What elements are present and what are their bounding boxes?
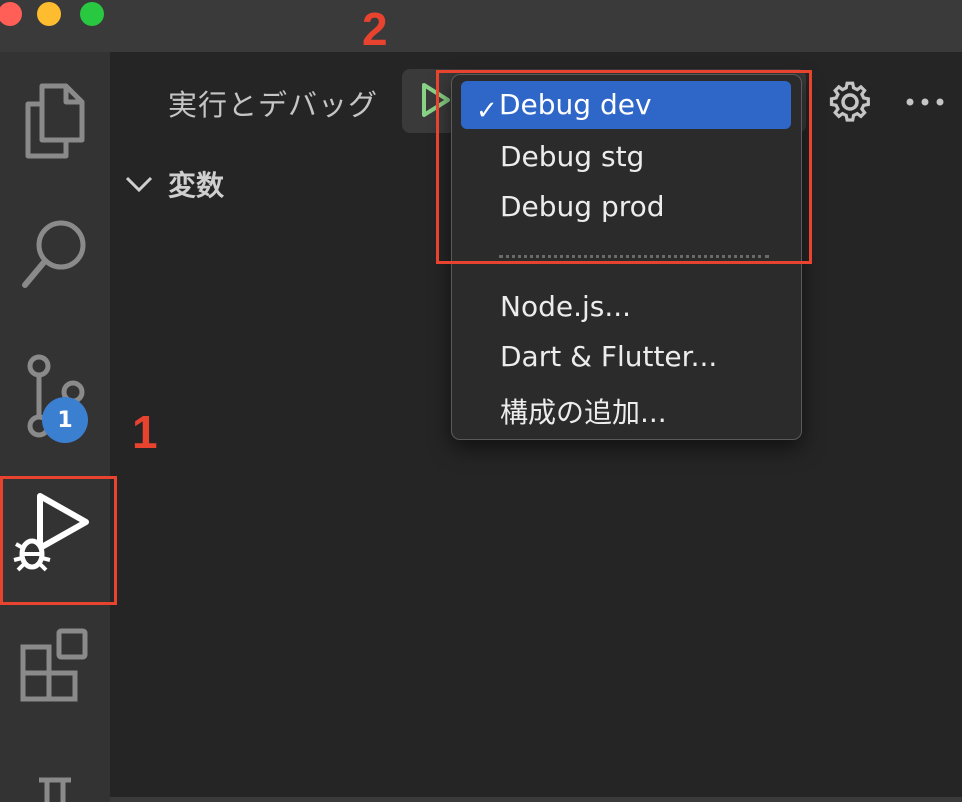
activity-testing[interactable]	[0, 760, 110, 802]
panel-divider	[110, 797, 962, 802]
highlight-box-run-debug	[0, 476, 117, 605]
sidebar-title: 実行とデバッグ	[168, 88, 379, 122]
activity-search[interactable]	[0, 200, 110, 310]
minimize-window-button[interactable]	[37, 2, 61, 26]
variables-section-header[interactable]: 変数	[124, 164, 224, 204]
files-icon	[25, 83, 85, 159]
menu-item-nodejs[interactable]: Node.js...	[500, 290, 631, 323]
close-window-button[interactable]	[0, 2, 22, 26]
activity-extensions[interactable]	[0, 610, 110, 720]
annotation-label-1: 1	[132, 406, 158, 458]
chevron-down-icon	[125, 176, 153, 193]
window-title-bar	[0, 0, 962, 52]
more-actions-icon[interactable]	[905, 97, 945, 107]
source-control-badge: 1	[42, 397, 88, 443]
testing-icon	[39, 777, 71, 802]
activity-explorer[interactable]	[0, 65, 110, 175]
search-icon	[22, 220, 86, 288]
menu-item-add-configuration[interactable]: 構成の追加...	[500, 391, 667, 431]
highlight-box-configs	[436, 70, 812, 264]
gear-icon[interactable]	[828, 80, 872, 124]
menu-item-dart-flutter[interactable]: Dart & Flutter...	[500, 340, 717, 373]
extensions-icon	[20, 628, 88, 702]
annotation-label-2: 2	[362, 3, 388, 55]
section-label: 変数	[168, 169, 225, 202]
zoom-window-button[interactable]	[80, 2, 104, 26]
